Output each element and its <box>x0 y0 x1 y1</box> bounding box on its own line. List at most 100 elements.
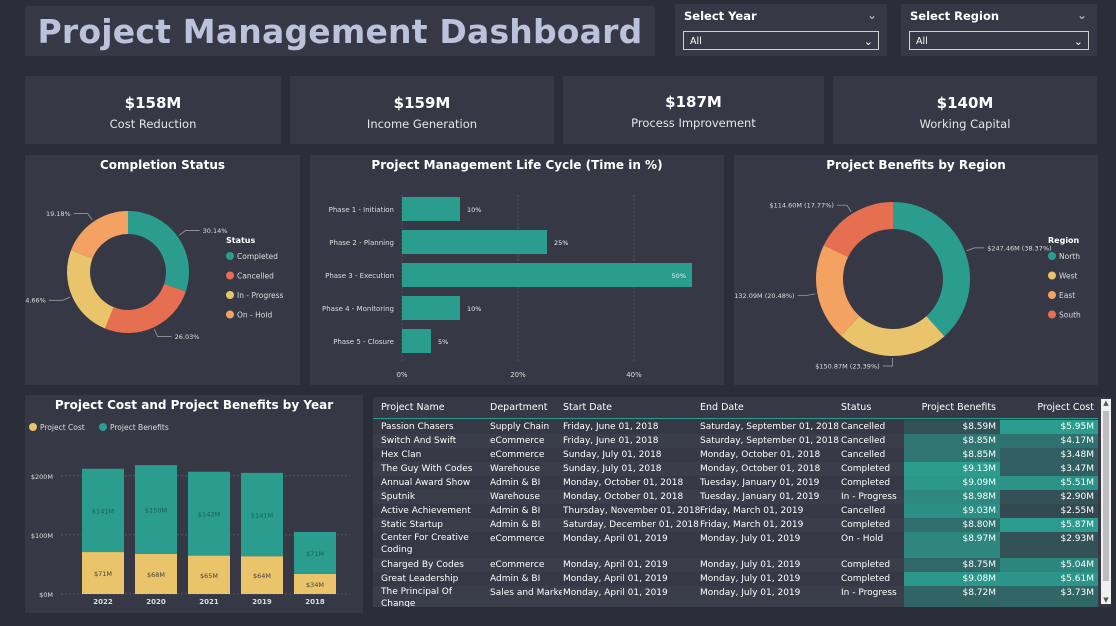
table-cell: Cancelled <box>841 436 886 446</box>
table-row[interactable]: Hex Clan eCommerce Sunday, July 01, 2018 Mo… <box>373 448 1098 462</box>
table-row[interactable]: Static Startup Admin & BI Saturday, Decemb… <box>373 518 1098 532</box>
phase-label: Phase 2 - Planning <box>329 239 394 247</box>
region-select-value: All <box>916 36 928 47</box>
year-select[interactable]: All ⌄ <box>683 31 879 50</box>
year-slicer-label: Select Year <box>684 9 757 23</box>
region-slicer: Select Region ⌄ All ⌄ <box>901 4 1097 56</box>
kpi-value: $187M <box>665 93 722 111</box>
table-cell: The Principal Of Change <box>381 587 453 607</box>
leader-line <box>797 293 816 296</box>
table-cell: $8.97M <box>904 532 1000 558</box>
scroll-thumb[interactable] <box>1103 411 1109 581</box>
legend-label: South <box>1059 311 1081 320</box>
table-cell: Admin & BI <box>490 574 541 584</box>
donut-slice <box>893 202 970 337</box>
phase-label: Phase 4 - Monitoring <box>322 305 394 313</box>
table-cell: Monday, October 01, 2018 <box>563 492 684 502</box>
legend-marker <box>1048 252 1056 260</box>
slice-label: 19.18% <box>46 210 71 218</box>
table-cell: Warehouse <box>490 492 541 502</box>
yearly-panel: Project Cost and Project Benefits by Yea… <box>25 395 363 613</box>
year-select-value: All <box>690 36 702 47</box>
table-cell: $3.73M <box>1000 586 1098 607</box>
x-tick-label: 2019 <box>252 598 272 606</box>
table-cell: Charged By Codes <box>381 560 464 570</box>
x-tick-label: 40% <box>626 371 642 379</box>
legend-label: West <box>1059 272 1077 281</box>
completion-status-panel: Completion Status 30.14%26.03%24.66%19.1… <box>25 155 300 385</box>
legend-marker <box>1048 310 1056 319</box>
table-row[interactable]: Active Achievement Admin & BI Thursday, No… <box>373 504 1098 518</box>
table-row[interactable]: Switch And Swift eCommerce Friday, June 01… <box>373 434 1098 448</box>
lifecycle-bar <box>402 296 460 320</box>
table-cell: Admin & BI <box>490 520 541 530</box>
slice-label: $150.87M (23.39%) <box>815 362 879 370</box>
column-header[interactable]: Start Date <box>563 402 700 413</box>
table-cell: Tuesday, January 01, 2019 <box>700 478 820 488</box>
table-row[interactable]: Sputnik Warehouse Monday, October 01, 2018… <box>373 490 1098 504</box>
table-cell: Completed <box>841 478 891 488</box>
table-cell: $9.13M <box>904 462 1000 476</box>
table-row[interactable]: Great Leadership Admin & BI Monday, April … <box>373 572 1098 586</box>
benefits-value-label: $71M <box>306 550 324 558</box>
table-cell: Passion Chasers <box>381 422 454 432</box>
column-header[interactable]: Project Name <box>381 402 489 413</box>
legend-label: Project Benefits <box>110 423 169 432</box>
table-row[interactable]: Charged By Codes eCommerce Monday, April 0… <box>373 558 1098 572</box>
table-cell: Monday, July 01, 2019 <box>700 560 801 570</box>
table-cell: Monday, October 01, 2018 <box>563 478 684 488</box>
table-row[interactable]: Center For Creative Coding eCommerce Monda… <box>373 532 1098 558</box>
benefits-value-label: $150M <box>145 507 167 515</box>
table-cell: Monday, July 01, 2019 <box>700 588 801 598</box>
column-header[interactable]: Project Benefits <box>904 402 1000 413</box>
legend-marker <box>29 423 37 431</box>
page-title: Project Management Dashboard <box>37 11 643 51</box>
region-select[interactable]: All ⌄ <box>909 31 1089 50</box>
legend-label: On - Hold <box>237 311 272 320</box>
table-cell: On - Hold <box>841 534 884 544</box>
table-cell: $8.85M <box>904 448 1000 462</box>
table-cell: $5.04M <box>1000 558 1098 572</box>
table-cell: The Guy With Codes <box>381 464 473 474</box>
bar-value-label: 5% <box>438 338 448 346</box>
dropdown-arrow-icon: ⌄ <box>1073 35 1083 48</box>
chevron-down-icon[interactable]: ⌄ <box>1077 8 1087 22</box>
table-cell: Monday, July 01, 2019 <box>700 574 801 584</box>
title-box: Project Management Dashboard <box>25 6 655 56</box>
benefits-value-label: $141M <box>92 507 114 515</box>
table-scrollbar[interactable]: ▲ ▼ <box>1101 399 1111 604</box>
table-cell: Active Achievement <box>381 506 471 516</box>
table-row[interactable]: Annual Award Show Admin & BI Monday, Octob… <box>373 476 1098 490</box>
lifecycle-bar <box>402 263 692 287</box>
scroll-up-icon[interactable]: ▲ <box>1101 399 1111 407</box>
kpi-working-capital: $140M Working Capital <box>833 76 1097 144</box>
kpi-label: Income Generation <box>366 117 478 131</box>
legend-label: North <box>1059 252 1080 261</box>
yearly-chart: Project Cost Project Benefits $0M $100M $200… <box>29 423 350 606</box>
chevron-down-icon[interactable]: ⌄ <box>867 8 877 22</box>
table-row[interactable]: Passion Chasers Supply Chain Friday, June … <box>373 420 1098 434</box>
legend-label: Cancelled <box>237 272 274 281</box>
benefits-value-label: $142M <box>198 511 220 519</box>
table-cell: Switch And Swift <box>381 436 457 446</box>
table-cell: Completed <box>841 464 891 474</box>
table-row[interactable]: The Principal Of Change Sales and Marketi… <box>373 586 1098 607</box>
legend-label: In - Progress <box>237 291 284 300</box>
table-cell: In - Progress <box>841 588 897 598</box>
y-tick-label: $0M <box>39 591 53 599</box>
table-cell: Admin & BI <box>490 506 541 516</box>
column-header[interactable]: End Date <box>700 402 840 413</box>
table-cell: Completed <box>841 560 891 570</box>
column-header[interactable]: Status <box>841 402 907 413</box>
scroll-down-icon[interactable]: ▼ <box>1101 596 1111 604</box>
table-row[interactable]: The Guy With Codes Warehouse Sunday, July … <box>373 462 1098 476</box>
bar-value-label: 25% <box>554 239 568 247</box>
donut-slice <box>128 211 189 292</box>
legend-marker <box>99 423 107 431</box>
legend-label: East <box>1059 291 1075 300</box>
table-cell: Saturday, September 01, 2018 <box>700 422 839 432</box>
table-cell: In - Progress <box>841 492 897 502</box>
column-header[interactable]: Project Cost <box>1000 402 1098 413</box>
leader-line <box>178 230 200 236</box>
column-header[interactable]: Department <box>490 402 562 413</box>
